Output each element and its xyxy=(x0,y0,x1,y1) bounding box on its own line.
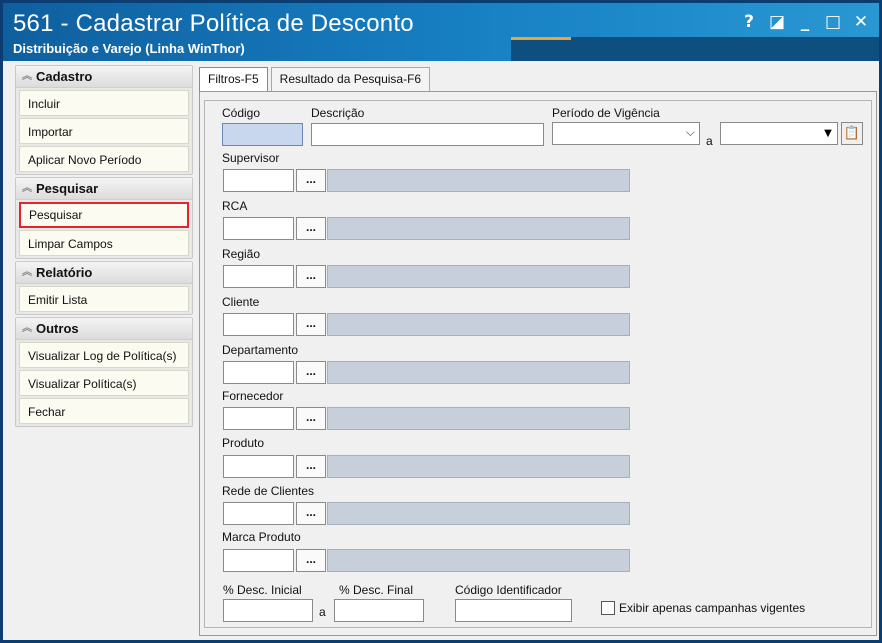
section-title: Relatório xyxy=(36,264,93,280)
rede-clientes-label: Rede de Clientes xyxy=(222,484,315,498)
produto-name-field xyxy=(327,455,630,478)
section-header-pesquisar[interactable]: ︽ Pesquisar xyxy=(16,178,192,200)
chevron-up-icon: ︽ xyxy=(22,182,32,194)
aplicar-novo-periodo-button[interactable]: Aplicar Novo Período xyxy=(19,146,189,172)
supervisor-search-button[interactable]: ... xyxy=(296,169,326,192)
rca-name-field xyxy=(327,217,630,240)
section-title: Cadastro xyxy=(36,68,93,84)
fechar-button[interactable]: Fechar xyxy=(19,398,189,424)
tab-resultado[interactable]: Resultado da Pesquisa-F6 xyxy=(270,67,431,92)
chevron-down-icon: ⌵ xyxy=(685,125,695,139)
chevron-up-icon: ︽ xyxy=(22,70,32,82)
vigentes-checkbox[interactable] xyxy=(601,601,615,615)
close-button[interactable]: ✕ xyxy=(849,11,873,33)
periodo-label: Período de Vigência xyxy=(552,106,660,120)
incluir-button[interactable]: Incluir xyxy=(19,90,189,116)
section-header-relatorio[interactable]: ︽ Relatório xyxy=(16,262,192,284)
fornecedor-code-input[interactable] xyxy=(223,407,294,430)
cliente-code-input[interactable] xyxy=(223,313,294,336)
cliente-label: Cliente xyxy=(222,295,260,309)
desc-inicial-input[interactable] xyxy=(223,599,313,622)
minimize-button[interactable]: _ xyxy=(793,11,817,33)
supervisor-label: Supervisor xyxy=(222,151,280,165)
vigentes-checkbox-label[interactable]: Exibir apenas campanhas vigentes xyxy=(619,601,805,615)
marca-produto-label: Marca Produto xyxy=(222,530,301,544)
departamento-name-field xyxy=(327,361,630,384)
dropdown-arrow-icon: ▼ xyxy=(824,128,832,139)
section-outros: ︽ Outros Visualizar Log de Política(s) V… xyxy=(15,317,193,427)
supervisor-name-field xyxy=(327,169,630,192)
limpar-campos-button[interactable]: Limpar Campos xyxy=(19,230,189,256)
tab-bar: Filtros-F5 Resultado da Pesquisa-F6 xyxy=(199,67,433,93)
calendar-icon[interactable]: 📋 xyxy=(841,122,863,145)
codigo-input[interactable] xyxy=(222,123,303,146)
importar-button[interactable]: Importar xyxy=(19,118,189,144)
fornecedor-name-field xyxy=(327,407,630,430)
help-button[interactable]: ? xyxy=(737,11,761,33)
title-accent-strip xyxy=(511,37,879,61)
section-pesquisar: ︽ Pesquisar Pesquisar Limpar Campos xyxy=(15,177,193,259)
emitir-lista-button[interactable]: Emitir Lista xyxy=(19,286,189,312)
restore-icon[interactable]: ◪ xyxy=(765,11,789,33)
section-title: Pesquisar xyxy=(36,180,99,196)
chevron-up-icon: ︽ xyxy=(22,266,32,278)
title-accent-line xyxy=(511,37,571,40)
rca-label: RCA xyxy=(222,199,248,213)
desc-sep: a xyxy=(319,605,326,619)
section-title: Outros xyxy=(36,320,79,336)
app-window: 561 - Cadastrar Política de Desconto Dis… xyxy=(0,0,882,643)
filter-group: Código Descrição Período de Vigência ⌵ a… xyxy=(204,100,872,628)
rede-clientes-name-field xyxy=(327,502,630,525)
regiao-code-input[interactable] xyxy=(223,265,294,288)
section-cadastro: ︽ Cadastro Incluir Importar Aplicar Novo… xyxy=(15,65,193,175)
rca-code-input[interactable] xyxy=(223,217,294,240)
periodo-fim-select[interactable]: ▼ xyxy=(720,122,838,145)
periodo-sep: a xyxy=(706,134,713,148)
section-relatorio: ︽ Relatório Emitir Lista xyxy=(15,261,193,315)
marca-produto-code-input[interactable] xyxy=(223,549,294,572)
departamento-search-button[interactable]: ... xyxy=(296,361,326,384)
sidebar: ︽ Cadastro Incluir Importar Aplicar Novo… xyxy=(15,65,193,427)
cliente-search-button[interactable]: ... xyxy=(296,313,326,336)
marca-produto-name-field xyxy=(327,549,630,572)
codigo-ident-label: Código Identificador xyxy=(455,583,562,597)
codigo-label: Código xyxy=(222,106,261,120)
section-header-cadastro[interactable]: ︽ Cadastro xyxy=(16,66,192,88)
supervisor-code-input[interactable] xyxy=(223,169,294,192)
regiao-name-field xyxy=(327,265,630,288)
departamento-code-input[interactable] xyxy=(223,361,294,384)
fornecedor-label: Fornecedor xyxy=(222,389,284,403)
fornecedor-search-button[interactable]: ... xyxy=(296,407,326,430)
rca-search-button[interactable]: ... xyxy=(296,217,326,240)
descricao-input[interactable] xyxy=(311,123,544,146)
departamento-label: Departamento xyxy=(222,343,299,357)
descricao-label: Descrição xyxy=(311,106,365,120)
marca-produto-search-button[interactable]: ... xyxy=(296,549,326,572)
codigo-ident-input[interactable] xyxy=(455,599,572,622)
window-subtitle: Distribuição e Varejo (Linha WinThor) xyxy=(13,41,245,56)
rede-clientes-search-button[interactable]: ... xyxy=(296,502,326,525)
chevron-up-icon: ︽ xyxy=(22,322,32,334)
desc-final-input[interactable] xyxy=(334,599,424,622)
maximize-button[interactable]: □ xyxy=(821,11,845,33)
periodo-inicio-select[interactable]: ⌵ xyxy=(552,122,700,145)
section-header-outros[interactable]: ︽ Outros xyxy=(16,318,192,340)
produto-label: Produto xyxy=(222,436,265,450)
visualizar-log-button[interactable]: Visualizar Log de Política(s) xyxy=(19,342,189,368)
produto-code-input[interactable] xyxy=(223,455,294,478)
desc-final-label: % Desc. Final xyxy=(339,583,414,597)
visualizar-politica-button[interactable]: Visualizar Política(s) xyxy=(19,370,189,396)
window-title: 561 - Cadastrar Política de Desconto xyxy=(13,10,414,37)
regiao-label: Região xyxy=(222,247,261,261)
rede-clientes-code-input[interactable] xyxy=(223,502,294,525)
cliente-name-field xyxy=(327,313,630,336)
regiao-search-button[interactable]: ... xyxy=(296,265,326,288)
title-bar: 561 - Cadastrar Política de Desconto Dis… xyxy=(3,3,879,61)
pesquisar-button[interactable]: Pesquisar xyxy=(19,202,189,228)
produto-search-button[interactable]: ... xyxy=(296,455,326,478)
filter-panel: Código Descrição Período de Vigência ⌵ a… xyxy=(199,91,877,636)
desc-inicial-label: % Desc. Inicial xyxy=(223,583,302,597)
tab-filtros[interactable]: Filtros-F5 xyxy=(199,67,268,93)
